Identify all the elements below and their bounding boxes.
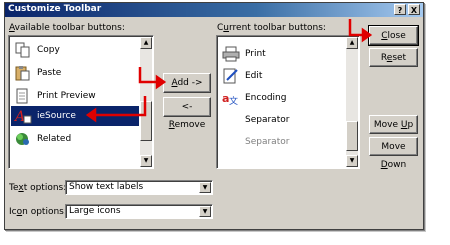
red-arrow-to-close [348, 19, 373, 43]
annotation-arrows [85, 19, 373, 123]
arrow-head [361, 27, 373, 43]
arrow-head [155, 74, 167, 90]
arrow-head [85, 107, 97, 123]
arrow-line [92, 96, 147, 117]
red-arrow-to-add [138, 67, 167, 90]
red-arrow-to-iesource [85, 96, 147, 123]
